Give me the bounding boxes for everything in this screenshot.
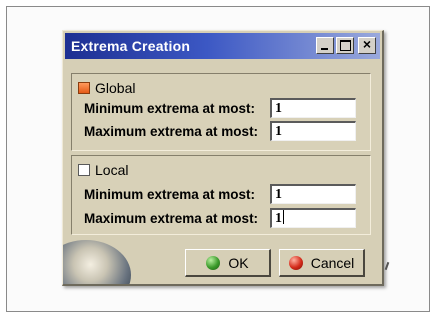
window-controls: × <box>316 36 376 54</box>
local-max-row: Maximum extrema at most: 1 <box>84 208 356 228</box>
extrema-creation-dialog: Extrema Creation × Global Minimum extrem… <box>62 30 384 286</box>
decorative-globe-image <box>63 240 131 284</box>
minimize-icon <box>321 48 328 50</box>
local-max-value: 1 <box>275 211 282 226</box>
green-dot-icon <box>206 255 221 270</box>
local-group: Local Minimum extrema at most: 1 Maximum… <box>71 155 371 235</box>
cancel-button[interactable]: Cancel <box>279 249 365 277</box>
local-min-row: Minimum extrema at most: 1 <box>84 184 356 204</box>
global-max-row: Maximum extrema at most: 1 <box>84 121 356 141</box>
local-min-input[interactable]: 1 <box>270 184 356 204</box>
global-checkbox[interactable] <box>78 82 90 94</box>
text-caret <box>283 210 284 224</box>
minimize-button[interactable] <box>316 37 334 54</box>
red-dot-icon <box>288 255 303 270</box>
global-min-row: Minimum extrema at most: 1 <box>84 98 356 118</box>
title-bar[interactable]: Extrema Creation × <box>65 33 380 59</box>
window-title: Extrema Creation <box>71 38 191 54</box>
global-group: Global Minimum extrema at most: 1 Maximu… <box>71 73 371 151</box>
local-checkbox[interactable] <box>78 164 90 176</box>
close-button[interactable]: × <box>358 36 376 54</box>
local-max-label: Maximum extrema at most: <box>84 210 259 226</box>
global-label: Global <box>95 80 136 96</box>
ok-label: OK <box>228 254 249 271</box>
global-min-label: Minimum extrema at most: <box>84 100 256 116</box>
ok-button[interactable]: OK <box>185 249 271 277</box>
maximize-button[interactable] <box>336 37 354 54</box>
global-max-label: Maximum extrema at most: <box>84 123 259 139</box>
global-min-input[interactable]: 1 <box>270 98 356 118</box>
maximize-icon <box>340 40 351 51</box>
cancel-label: Cancel <box>310 254 355 271</box>
close-icon: × <box>362 36 372 52</box>
global-max-input[interactable]: 1 <box>270 121 356 141</box>
local-min-label: Minimum extrema at most: <box>84 186 256 202</box>
local-toggle[interactable]: Local <box>78 162 128 178</box>
local-label: Local <box>95 162 129 178</box>
global-toggle[interactable]: Global <box>78 80 135 96</box>
local-max-input[interactable]: 1 <box>270 208 356 228</box>
